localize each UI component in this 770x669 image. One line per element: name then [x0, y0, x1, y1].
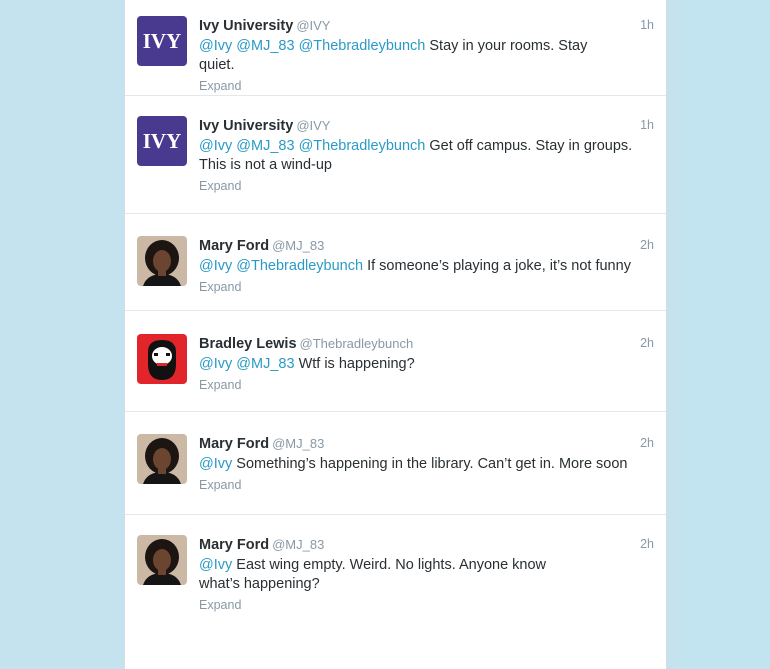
author-name[interactable]: Mary Ford [199, 436, 269, 452]
author-handle[interactable]: @MJ_83 [272, 238, 324, 253]
tweet-content: Ivy University @IVY @Ivy @MJ_83 @Thebradl… [199, 16, 619, 95]
tweet-header: Ivy University @IVY [199, 16, 619, 35]
author-name[interactable]: Ivy University [199, 18, 293, 34]
tweet-item[interactable]: IVY Ivy University @IVY @Ivy @MJ_83 @Theb… [125, 0, 666, 96]
tweet-timestamp[interactable]: 1h [640, 18, 654, 32]
mention-link[interactable]: @Thebradleybunch [299, 138, 426, 154]
tweet-body: Something’s happening in the library. Ca… [236, 456, 628, 472]
tweet-content: Ivy University @IVY @Ivy @MJ_83 @Thebradl… [199, 116, 632, 195]
tweet-content: Mary Ford @MJ_83 @Ivy Something’s happeni… [199, 434, 627, 494]
tweet-body: If someone’s playing a joke, it’s not fu… [367, 258, 631, 274]
tweet-header: Mary Ford @MJ_83 [199, 434, 619, 453]
author-name[interactable]: Ivy University [199, 118, 293, 134]
tweet-header: Bradley Lewis @Thebradleybunch [199, 334, 619, 353]
mention-link[interactable]: @Ivy [199, 356, 232, 372]
ivy-university-avatar[interactable]: IVY [137, 116, 187, 166]
mary-ford-avatar[interactable] [137, 535, 187, 585]
mention-link[interactable]: @Ivy [199, 138, 232, 154]
tweet-text: @Ivy Something’s happening in the librar… [199, 455, 659, 474]
tweet-text: @Ivy @MJ_83 @Thebradleybunch Get off cam… [199, 137, 659, 175]
tweet-item[interactable]: Bradley Lewis @Thebradleybunch @Ivy @MJ_8… [125, 311, 666, 412]
mention-link[interactable]: @Ivy [199, 557, 232, 573]
profile-photo-icon [137, 535, 187, 585]
tweet-item[interactable]: IVY Ivy University @IVY @Ivy @MJ_83 @Theb… [125, 96, 666, 214]
tweet-header: Mary Ford @MJ_83 [199, 236, 619, 255]
mary-ford-avatar[interactable] [137, 236, 187, 286]
mention-link[interactable]: @Thebradleybunch [236, 258, 363, 274]
author-handle[interactable]: @Thebradleybunch [300, 336, 414, 351]
tweet-content: Mary Ford @MJ_83 @Ivy @Thebradleybunch If… [199, 236, 631, 296]
mention-link[interactable]: @MJ_83 [236, 38, 294, 54]
expand-link[interactable]: Expand [199, 598, 241, 612]
ivy-university-avatar[interactable]: IVY [137, 16, 187, 66]
mention-link[interactable]: @MJ_83 [236, 356, 294, 372]
ivy-logo-icon: IVY [137, 16, 187, 66]
expand-link[interactable]: Expand [199, 280, 241, 294]
profile-photo-icon [137, 236, 187, 286]
expand-link[interactable]: Expand [199, 478, 241, 492]
bearded-man-icon [137, 334, 187, 384]
author-name[interactable]: Mary Ford [199, 537, 269, 553]
tweet-header: Mary Ford @MJ_83 [199, 535, 619, 554]
tweet-item[interactable]: Mary Ford @MJ_83 @Ivy East wing empty. We… [125, 515, 666, 669]
ivy-logo-text: IVY [143, 29, 182, 53]
mention-link[interactable]: @Ivy [199, 38, 232, 54]
ivy-logo-text: IVY [143, 129, 182, 153]
tweet-item[interactable]: Mary Ford @MJ_83 @Ivy Something’s happeni… [125, 412, 666, 515]
tweet-text: @Ivy @MJ_83 Wtf is happening? [199, 355, 619, 374]
tweet-content: Mary Ford @MJ_83 @Ivy East wing empty. We… [199, 535, 619, 614]
author-handle[interactable]: @MJ_83 [272, 436, 324, 451]
tweet-body-line2: what’s happening? [199, 576, 320, 592]
tweet-timestamp[interactable]: 2h [640, 436, 654, 450]
author-handle[interactable]: @IVY [296, 118, 330, 133]
mary-ford-avatar[interactable] [137, 434, 187, 484]
author-name[interactable]: Mary Ford [199, 238, 269, 254]
tweet-text: @Ivy East wing empty. Weird. No lights. … [199, 556, 619, 594]
expand-link[interactable]: Expand [199, 179, 241, 193]
tweet-content: Bradley Lewis @Thebradleybunch @Ivy @MJ_8… [199, 334, 619, 394]
bradley-lewis-avatar[interactable] [137, 334, 187, 384]
expand-link[interactable]: Expand [199, 378, 241, 392]
author-handle[interactable]: @MJ_83 [272, 537, 324, 552]
expand-link[interactable]: Expand [199, 79, 241, 93]
page: IVY Ivy University @IVY @Ivy @MJ_83 @Theb… [0, 0, 770, 669]
tweet-timestamp[interactable]: 2h [640, 537, 654, 551]
mention-link[interactable]: @MJ_83 [236, 138, 294, 154]
mention-link[interactable]: @Ivy [199, 258, 232, 274]
author-name[interactable]: Bradley Lewis [199, 336, 297, 352]
tweet-text: @Ivy @MJ_83 @Thebradleybunch Stay in you… [199, 37, 619, 75]
ivy-logo-icon: IVY [137, 116, 187, 166]
tweet-body: Wtf is happening? [298, 356, 415, 372]
tweet-item[interactable]: Mary Ford @MJ_83 @Ivy @Thebradleybunch If… [125, 214, 666, 311]
tweet-text: @Ivy @Thebradleybunch If someone’s playi… [199, 257, 659, 276]
tweet-timestamp[interactable]: 2h [640, 238, 654, 252]
tweet-header: Ivy University @IVY [199, 116, 619, 135]
author-handle[interactable]: @IVY [296, 18, 330, 33]
mention-link[interactable]: @Thebradleybunch [299, 38, 426, 54]
profile-photo-icon [137, 434, 187, 484]
right-background-strip [684, 0, 770, 669]
tweet-timeline: IVY Ivy University @IVY @Ivy @MJ_83 @Theb… [124, 0, 667, 669]
mention-link[interactable]: @Ivy [199, 456, 232, 472]
tweet-timestamp[interactable]: 1h [640, 118, 654, 132]
tweet-timestamp[interactable]: 2h [640, 336, 654, 350]
tweet-body-line2: This is not a wind-up [199, 157, 332, 173]
tweet-body: East wing empty. Weird. No lights. Anyon… [236, 557, 547, 573]
tweet-body: Get off campus. Stay in groups. [429, 138, 633, 154]
